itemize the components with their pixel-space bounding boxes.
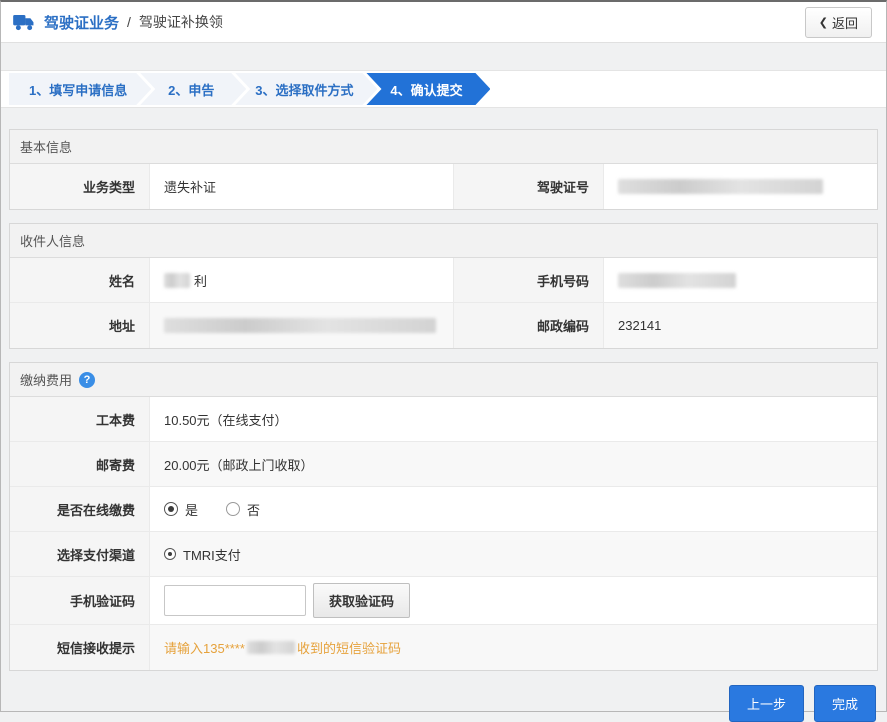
name-label: 姓名: [10, 258, 150, 302]
channel-label: 选择支付渠道: [10, 532, 150, 576]
step-2-declare[interactable]: 2、申告: [140, 73, 246, 105]
redacted-phone: [618, 273, 736, 288]
address-label: 地址: [10, 303, 150, 348]
step-1-fill-info[interactable]: 1、填写申请信息: [9, 73, 151, 105]
sms-tip-prefix: 请输入135****: [164, 638, 245, 657]
name-value: 利: [150, 258, 454, 302]
table-row: 手机验证码 获取验证码: [10, 577, 877, 625]
header-bar: 驾驶证业务 / 驾驶证补换领 ❮ 返回: [1, 2, 886, 43]
redacted-address: [164, 318, 436, 333]
table-row: 选择支付渠道 TMRI支付: [10, 532, 877, 577]
prev-step-button[interactable]: 上一步: [729, 685, 804, 722]
work-fee-value: 10.50元（在线支付）: [150, 397, 877, 441]
radio-icon: [164, 548, 176, 560]
sms-tip-suffix: 收到的短信验证码: [297, 638, 401, 657]
name-visible-text: 利: [194, 271, 207, 290]
license-no-label: 驾驶证号: [454, 164, 604, 209]
business-type-label: 业务类型: [10, 164, 150, 209]
online-pay-options: 是 否: [150, 487, 877, 531]
chevron-left-icon: ❮: [819, 16, 828, 29]
sms-code-input[interactable]: [164, 585, 306, 616]
table-row: 短信接收提示 请输入135**** 收到的短信验证码: [10, 625, 877, 670]
sms-code-field: 获取验证码: [150, 577, 877, 624]
section-recipient-info: 收件人信息 姓名 利 手机号码 地址 邮政编码 232141: [9, 223, 878, 349]
table-row: 姓名 利 手机号码: [10, 258, 877, 303]
page-title: 驾驶证业务 / 驾驶证补换领: [13, 12, 223, 33]
section-basic-info: 基本信息 业务类型 遗失补证 驾驶证号: [9, 129, 878, 210]
redacted-sms-number: [247, 641, 295, 654]
sms-tip-label: 短信接收提示: [10, 625, 150, 670]
help-icon[interactable]: ?: [79, 372, 95, 388]
radio-icon: [164, 502, 178, 516]
phone-label: 手机号码: [454, 258, 604, 302]
sms-code-label: 手机验证码: [10, 577, 150, 624]
business-title: 驾驶证业务: [44, 12, 119, 33]
title-separator: /: [127, 14, 131, 30]
work-fee-label: 工本费: [10, 397, 150, 441]
steps-nav: 1、填写申请信息 2、申告 3、选择取件方式 4、确认提交: [1, 70, 886, 108]
footer-actions: 上一步 完成: [1, 671, 886, 722]
channel-options: TMRI支付: [150, 532, 877, 576]
get-code-button[interactable]: 获取验证码: [313, 583, 410, 618]
back-button[interactable]: ❮ 返回: [805, 7, 872, 38]
online-pay-label: 是否在线缴费: [10, 487, 150, 531]
radio-icon: [226, 502, 240, 516]
truck-icon: [13, 14, 36, 31]
channel-option-label: TMRI支付: [183, 545, 241, 564]
recipient-info-header: 收件人信息: [10, 224, 877, 258]
back-button-label: 返回: [832, 13, 858, 32]
table-row: 业务类型 遗失补证 驾驶证号: [10, 164, 877, 209]
step-3-pickup-method[interactable]: 3、选择取件方式: [235, 73, 377, 105]
subpage-title: 驾驶证补换领: [139, 12, 223, 32]
phone-value: [604, 258, 877, 302]
recipient-info-title: 收件人信息: [20, 231, 85, 250]
basic-info-header: 基本信息: [10, 130, 877, 164]
postcode-value: 232141: [604, 303, 877, 348]
fees-header: 缴纳费用 ?: [10, 363, 877, 397]
radio-no-label: 否: [247, 500, 260, 519]
radio-yes-label: 是: [185, 500, 198, 519]
table-row: 地址 邮政编码 232141: [10, 303, 877, 348]
license-no-value: [604, 164, 877, 209]
sms-tip-value: 请输入135**** 收到的短信验证码: [150, 625, 877, 670]
redacted-name-prefix: [164, 273, 190, 288]
table-row: 邮寄费 20.00元（邮政上门收取）: [10, 442, 877, 487]
address-value: [150, 303, 454, 348]
section-fees: 缴纳费用 ? 工本费 10.50元（在线支付） 邮寄费 20.00元（邮政上门收…: [9, 362, 878, 671]
fees-title: 缴纳费用: [20, 370, 72, 389]
mail-fee-label: 邮寄费: [10, 442, 150, 486]
finish-button[interactable]: 完成: [814, 685, 876, 722]
business-type-value: 遗失补证: [150, 164, 454, 209]
step-4-confirm-submit[interactable]: 4、确认提交: [366, 73, 490, 105]
radio-online-pay-yes[interactable]: 是: [164, 500, 198, 519]
basic-info-title: 基本信息: [20, 137, 72, 156]
redacted-license-no: [618, 179, 823, 194]
mail-fee-value: 20.00元（邮政上门收取）: [150, 442, 877, 486]
radio-online-pay-no[interactable]: 否: [226, 500, 260, 519]
table-row: 工本费 10.50元（在线支付）: [10, 397, 877, 442]
radio-channel-tmri[interactable]: TMRI支付: [164, 545, 241, 564]
postcode-label: 邮政编码: [454, 303, 604, 348]
table-row: 是否在线缴费 是 否: [10, 487, 877, 532]
